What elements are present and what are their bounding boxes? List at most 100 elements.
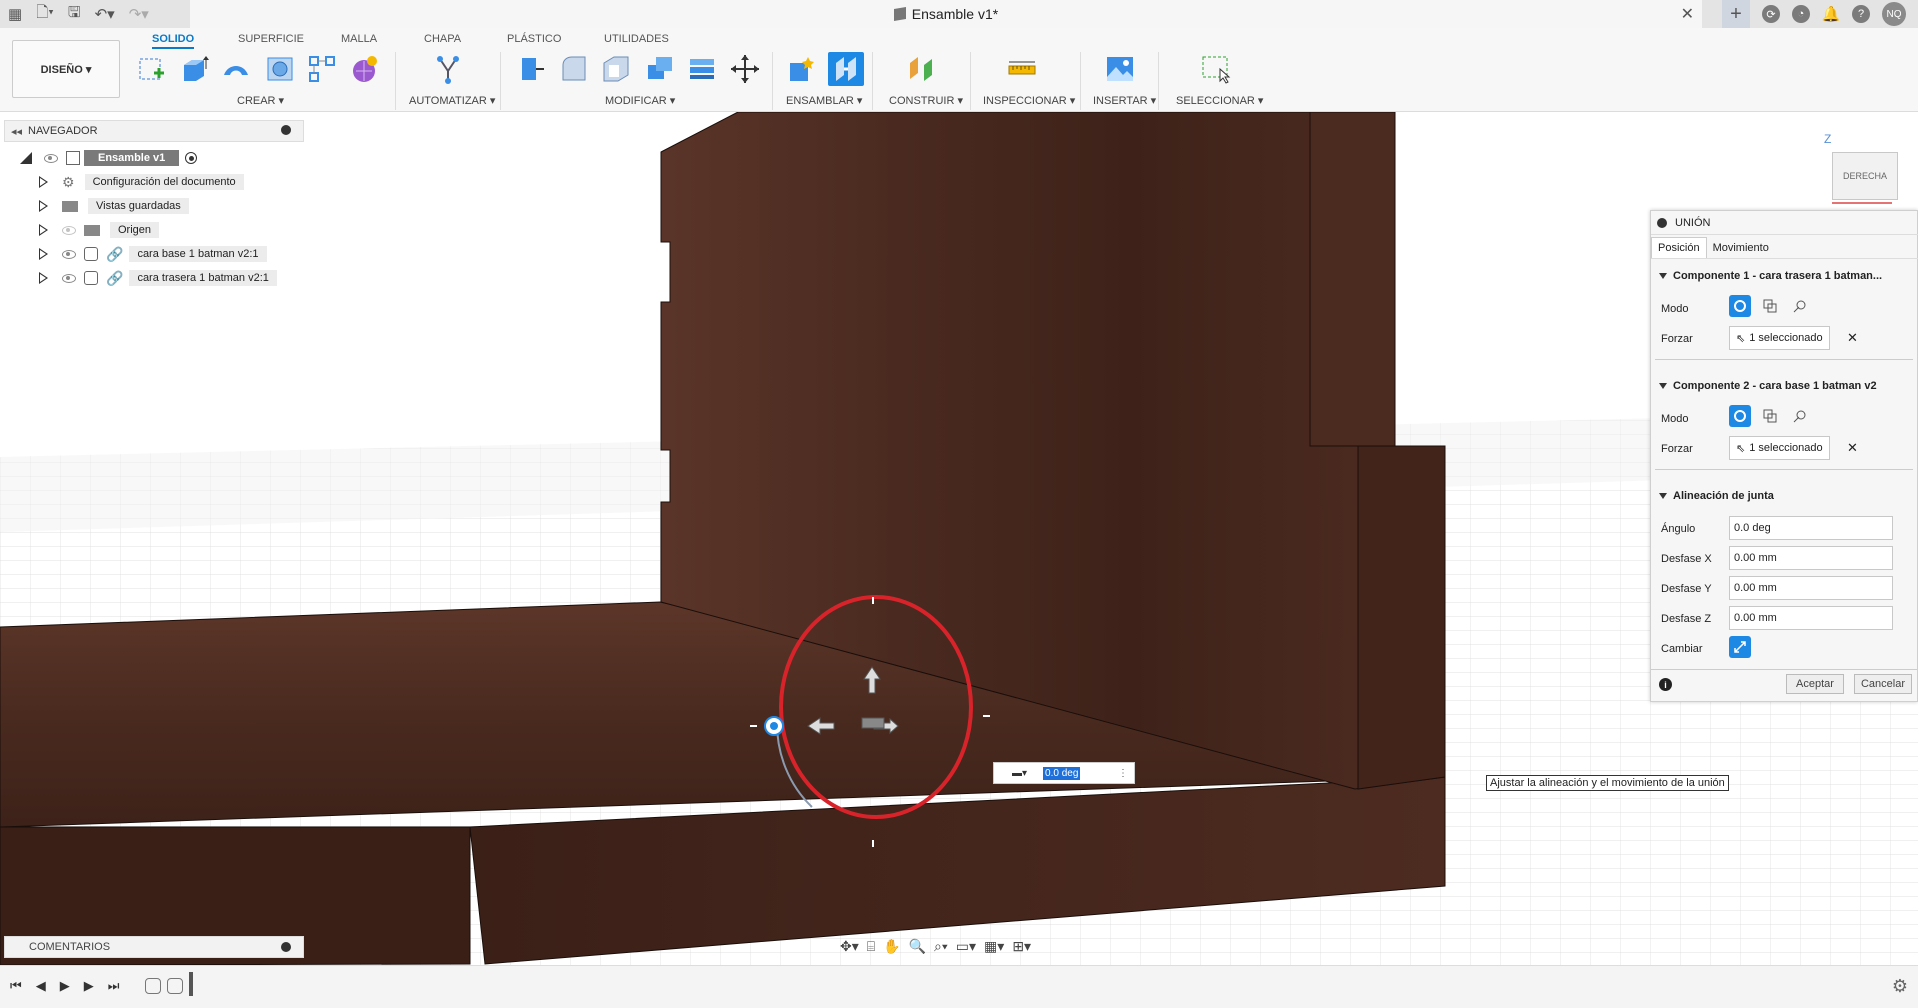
browser-item-saved-views[interactable]: Vistas guardadas [38,196,189,216]
notifications-icon[interactable]: 🔔 [1822,5,1841,23]
inspect-group-label[interactable]: INSPECCIONAR ▾ [983,94,1075,107]
visibility-eye-icon[interactable] [62,249,76,259]
timeline-joint-icon[interactable] [167,978,183,994]
tab-solido[interactable]: SOLIDO [152,33,195,49]
viewcube[interactable]: Z DERECHA [1822,132,1908,212]
joint-icon[interactable] [828,52,864,86]
tab-utilidades[interactable]: UTILIDADES [604,33,669,45]
tab-superficie[interactable]: SUPERFICIE [238,33,304,45]
close-tab-icon[interactable]: ✕ [1681,4,1694,24]
browser-item-cara-trasera[interactable]: 🔗 cara trasera 1 batman v2:1 [38,268,277,288]
grid-settings-icon[interactable]: ▦▾ [984,938,1004,955]
document-tab[interactable]: Ensamble v1* ✕ [190,0,1702,28]
automate-group-label[interactable]: AUTOMATIZAR ▾ [409,94,495,107]
collapse-double-arrow-icon[interactable]: ◂◂ [11,125,22,138]
component1-selection[interactable]: ⇖ 1 seleccionado [1729,326,1830,350]
apps-grid-icon[interactable]: ▦ [8,5,22,23]
viewports-icon[interactable]: ⊞▾ [1012,938,1031,955]
browser-panel-header[interactable]: ◂◂ NAVEGADOR [4,120,304,142]
clear-selection-icon[interactable]: ✕ [1847,440,1858,456]
angle-mode-icon[interactable]: ▬▾ [1012,768,1027,779]
viewcube-face[interactable]: DERECHA [1832,152,1898,200]
zoom-icon[interactable]: 🔍 [909,938,926,955]
more-options-icon[interactable]: ⋮ [1118,768,1128,779]
press-pull-icon[interactable] [512,52,548,86]
rectangular-pattern-icon[interactable] [304,52,340,86]
component1-section-header[interactable]: Componente 1 - cara trasera 1 batman... [1651,265,1918,287]
skip-end-icon[interactable]: ⏭ [108,978,120,994]
tab-movimiento[interactable]: Movimiento [1707,238,1775,258]
create-sketch-icon[interactable] [134,52,170,86]
tab-chapa[interactable]: CHAPA [424,33,461,45]
step-back-icon[interactable]: ◀ [36,978,46,994]
component2-selection[interactable]: ⇖ 1 seleccionado [1729,436,1830,460]
workspace-switcher-button[interactable]: DISEÑO ▾ [12,40,120,98]
clear-selection-icon[interactable]: ✕ [1847,330,1858,346]
info-icon[interactable]: i [1659,678,1672,691]
automate-icon[interactable] [430,52,466,86]
extrude-icon[interactable] [176,52,212,86]
browser-root-row[interactable]: Ensamble v1 [20,148,198,168]
hidden-eye-icon[interactable] [62,225,76,235]
modify-group-label[interactable]: MODIFICAR ▾ [605,94,675,107]
back-wall-side[interactable] [1357,445,1446,790]
manipulator-angle-input[interactable]: 0.0 deg [1043,766,1081,780]
new-tab-button[interactable]: + [1722,0,1750,28]
assemble-group-label[interactable]: ENSAMBLAR ▾ [786,94,862,107]
fillet-icon[interactable] [556,52,592,86]
job-status-icon[interactable]: ◔ [1792,5,1810,23]
comments-panel-header[interactable]: COMENTARIOS [4,936,304,958]
help-icon[interactable]: ? [1852,5,1870,23]
expand-icon[interactable] [38,272,50,284]
new-component-icon[interactable] [784,52,820,86]
collapse-dialog-icon[interactable] [1657,217,1667,228]
combine-icon[interactable] [642,52,678,86]
undo-icon[interactable]: ↶▾ [95,5,115,23]
back-wall-tab[interactable] [1309,112,1396,447]
flip-button-icon[interactable] [1729,636,1751,658]
tab-malla[interactable]: MALLA [341,33,377,45]
offset-z-input[interactable]: 0.00 mm [1729,606,1893,630]
settings-gear-icon[interactable]: ⚙ [1892,976,1908,997]
expand-icon[interactable] [38,248,50,260]
expand-icon[interactable] [38,200,50,212]
shell-icon[interactable] [598,52,634,86]
replace-face-icon[interactable] [684,52,720,86]
timeline-marker[interactable] [189,972,193,996]
insert-group-label[interactable]: INSERTAR ▾ [1093,94,1156,107]
mode-simple-icon[interactable] [1729,295,1751,317]
tab-posicion[interactable]: Posición [1651,237,1707,258]
offset-plane-icon[interactable] [904,52,940,86]
browser-item-origin[interactable]: Origen [38,220,160,240]
collapse-root-icon[interactable] [20,152,32,164]
add-comment-icon[interactable] [281,942,291,952]
section-collapse-icon[interactable] [1659,493,1667,499]
pan-icon[interactable]: ✋ [883,938,900,955]
orbit-icon[interactable]: ✥▾ [840,938,859,955]
timeline-joint-icon[interactable] [145,978,161,994]
angle-input[interactable]: 0.0 deg [1729,516,1893,540]
display-settings-icon[interactable]: ▭▾ [956,938,976,955]
window-select-icon[interactable] [1198,52,1234,86]
browser-item-doc-settings[interactable]: ⚙ Configuración del documento [38,172,244,192]
save-icon[interactable]: 🖫 [68,2,81,27]
sweep-icon[interactable] [218,52,254,86]
offset-y-input[interactable]: 0.00 mm [1729,576,1893,600]
mode-between-faces-icon[interactable] [1759,405,1781,427]
3d-viewport[interactable] [0,112,1918,965]
component2-section-header[interactable]: Componente 2 - cara base 1 batman v2 [1651,375,1918,397]
select-group-label[interactable]: SELECCIONAR ▾ [1176,94,1263,107]
cancel-button[interactable]: Cancelar [1854,674,1912,694]
move-icon[interactable] [727,52,763,86]
joint-dialog-header[interactable]: UNIÓN [1651,211,1918,235]
mode-between-faces-icon[interactable] [1759,295,1781,317]
create-group-label[interactable]: CREAR ▾ [237,94,284,107]
expand-icon[interactable] [38,224,50,236]
panel-pin-icon[interactable] [281,125,291,135]
tab-plastico[interactable]: PLÁSTICO [507,33,561,45]
create-form-icon[interactable] [346,52,382,86]
construct-group-label[interactable]: CONSTRUIR ▾ [889,94,963,107]
alignment-section-header[interactable]: Alineación de junta [1651,485,1918,507]
ok-button[interactable]: Aceptar [1786,674,1844,694]
activate-radio-icon[interactable] [185,152,198,164]
